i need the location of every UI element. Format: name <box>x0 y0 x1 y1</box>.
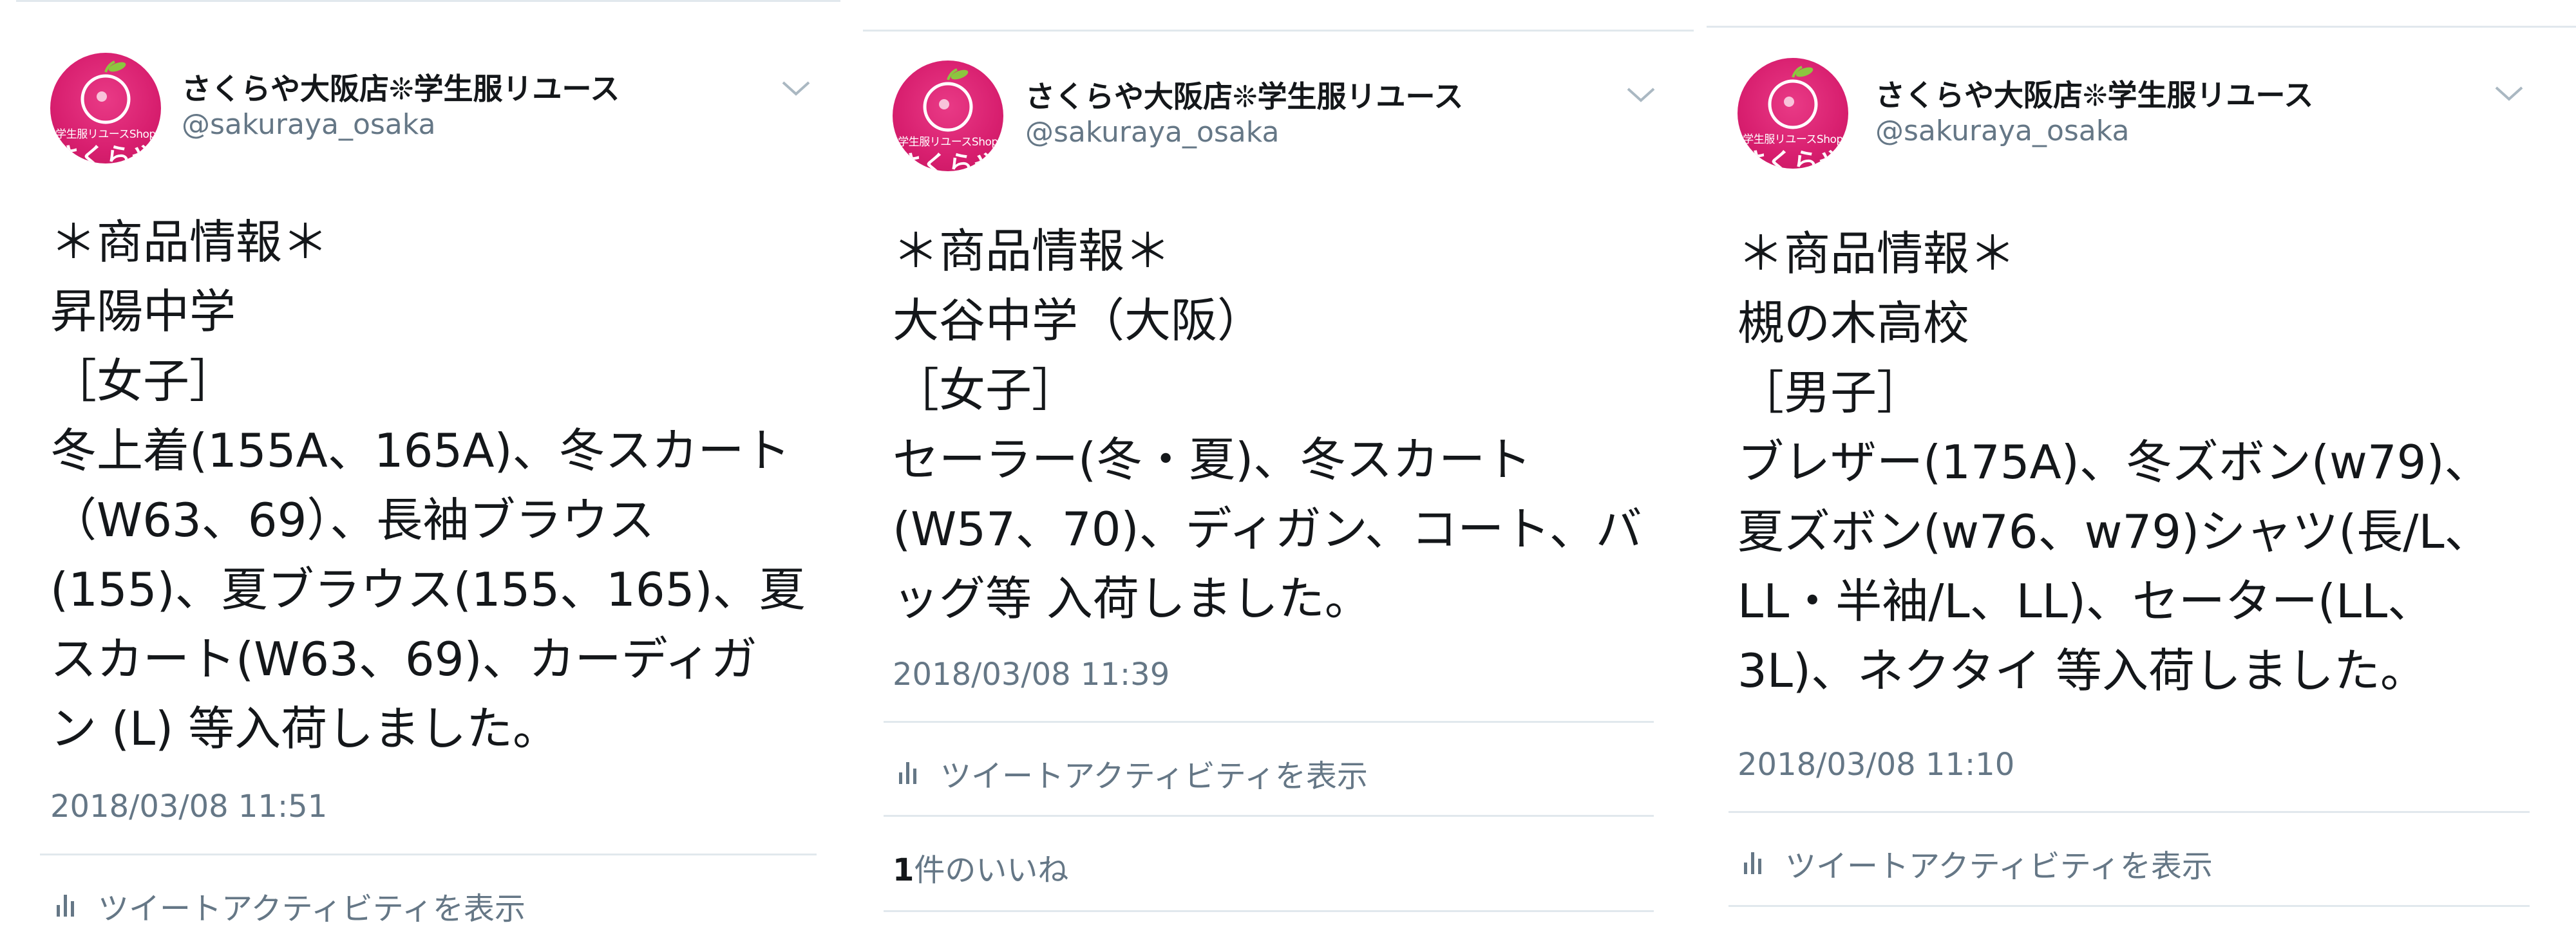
avatar-name-label: さくらや <box>896 151 999 171</box>
tweet-line: ッグ等 入荷しました。 <box>893 572 1371 626</box>
avatar[interactable]: 学生服リユースShop さくらや <box>1738 58 1848 169</box>
avatar-name-label: さくらや <box>54 143 157 163</box>
tweet-line: LL・半袖/L、LL)、セーター(LL、 <box>1738 574 2434 628</box>
tweet-activity-link[interactable]: ツイートアクティビティを表示 <box>57 883 526 928</box>
divider <box>40 854 817 855</box>
tweet-line: ［男子］ <box>1738 366 1924 420</box>
display-name[interactable]: さくらや大阪店❊学生服リユース <box>182 66 620 108</box>
divider <box>1728 811 2530 813</box>
tweet-line: 大谷中学（大阪） <box>893 294 1264 348</box>
tweet-line: ン (L) 等入荷しました。 <box>50 702 560 756</box>
tweet-line: 槻の木高校 <box>1738 296 1970 350</box>
tweet-line: (155)、夏ブラウス(155、165)、夏 <box>50 563 806 617</box>
user-handle[interactable]: @sakuraya_osaka <box>1025 116 1279 149</box>
tweet-activity-label: ツイートアクティビティを表示 <box>1785 848 2213 884</box>
tweet-text: ＊商品情報＊ 大谷中学（大阪） ［女子］ セーラー(冬・夏)、冬スカート (W5… <box>893 216 1653 633</box>
tweet-line: ＊商品情報＊ <box>893 224 1171 278</box>
divider <box>863 30 1694 32</box>
avatar[interactable]: 学生服リユースShop さくらや <box>893 61 1003 171</box>
tweet-line: 3L)、ネクタイ 等入荷しました。 <box>1738 644 2427 698</box>
divider <box>884 910 1654 912</box>
display-name[interactable]: さくらや大阪店❊学生服リユース <box>1025 73 1463 116</box>
tweet-line: (W57、70)、ディガン、コート、バ <box>893 502 1642 556</box>
avatar[interactable]: 学生服リユースShop さくらや <box>50 53 161 163</box>
display-name[interactable]: さくらや大阪店❊学生服リユース <box>1875 72 2313 115</box>
divider <box>16 0 840 2</box>
divider <box>884 815 1654 817</box>
likes-label: 件のいいね <box>914 852 1069 888</box>
avatar-name-label: さくらや <box>1741 148 1844 169</box>
divider <box>1728 905 2530 907</box>
timestamp[interactable]: 2018/03/08 11:10 <box>1738 747 2014 783</box>
tweet-line: （W63、69）、長袖ブラウス <box>50 493 655 547</box>
likes-count: 1 <box>893 852 914 888</box>
tweet-line: ＊商品情報＊ <box>50 215 329 269</box>
tweet-card-3: 学生服リユースShop さくらや さくらや大阪店❊学生服リユース @sakura… <box>1707 0 2576 952</box>
tweet-card-2: 学生服リユースShop さくらや さくらや大阪店❊学生服リユース @sakura… <box>863 0 1694 952</box>
analytics-icon <box>1744 852 1762 874</box>
timestamp[interactable]: 2018/03/08 11:39 <box>893 657 1170 693</box>
timestamp[interactable]: 2018/03/08 11:51 <box>50 789 327 825</box>
user-handle[interactable]: @sakuraya_osaka <box>182 108 435 141</box>
tweet-activity-link[interactable]: ツイートアクティビティを表示 <box>1744 841 2213 886</box>
tweet-line: ＊商品情報＊ <box>1738 227 2016 281</box>
tweet-line: スカート(W63、69)、カーディガ <box>50 632 757 686</box>
tweet-text: ＊商品情報＊ 槻の木高校 ［男子］ ブレザー(175A)、冬ズボン(w79)、 … <box>1738 219 2497 705</box>
tweet-card-1: 学生服リユースShop さくらや さくらや大阪店❊学生服リユース @sakura… <box>0 0 857 952</box>
tweet-line: ［女子］ <box>893 363 1079 417</box>
tweet-text: ＊商品情報＊ 昇陽中学 ［女子］ 冬上着(155A、165A)、冬スカート （W… <box>50 207 810 763</box>
divider <box>884 721 1654 723</box>
analytics-icon <box>899 762 917 784</box>
tweet-line: 冬上着(155A、165A)、冬スカート <box>50 424 791 478</box>
tweet-activity-label: ツイートアクティビティを表示 <box>98 891 526 927</box>
tweet-activity-label: ツイートアクティビティを表示 <box>940 758 1368 794</box>
divider <box>1707 26 2576 28</box>
tweet-line: 夏ズボン(w76、w79)シャツ(長/L、 <box>1738 505 2491 559</box>
tweet-line: ブレザー(175A)、冬ズボン(w79)、 <box>1738 435 2491 489</box>
tweet-line: 昇陽中学 <box>50 285 236 339</box>
likes-count-link[interactable]: 1件のいいね <box>893 845 1068 890</box>
tweet-line: ［女子］ <box>50 354 236 408</box>
analytics-icon <box>57 895 75 917</box>
tweet-activity-link[interactable]: ツイートアクティビティを表示 <box>899 751 1368 796</box>
chevron-down-icon[interactable] <box>1624 85 1658 104</box>
user-handle[interactable]: @sakuraya_osaka <box>1875 115 2129 147</box>
chevron-down-icon[interactable] <box>779 79 813 98</box>
tweet-line: セーラー(冬・夏)、冬スカート <box>893 433 1532 487</box>
chevron-down-icon[interactable] <box>2492 84 2526 103</box>
